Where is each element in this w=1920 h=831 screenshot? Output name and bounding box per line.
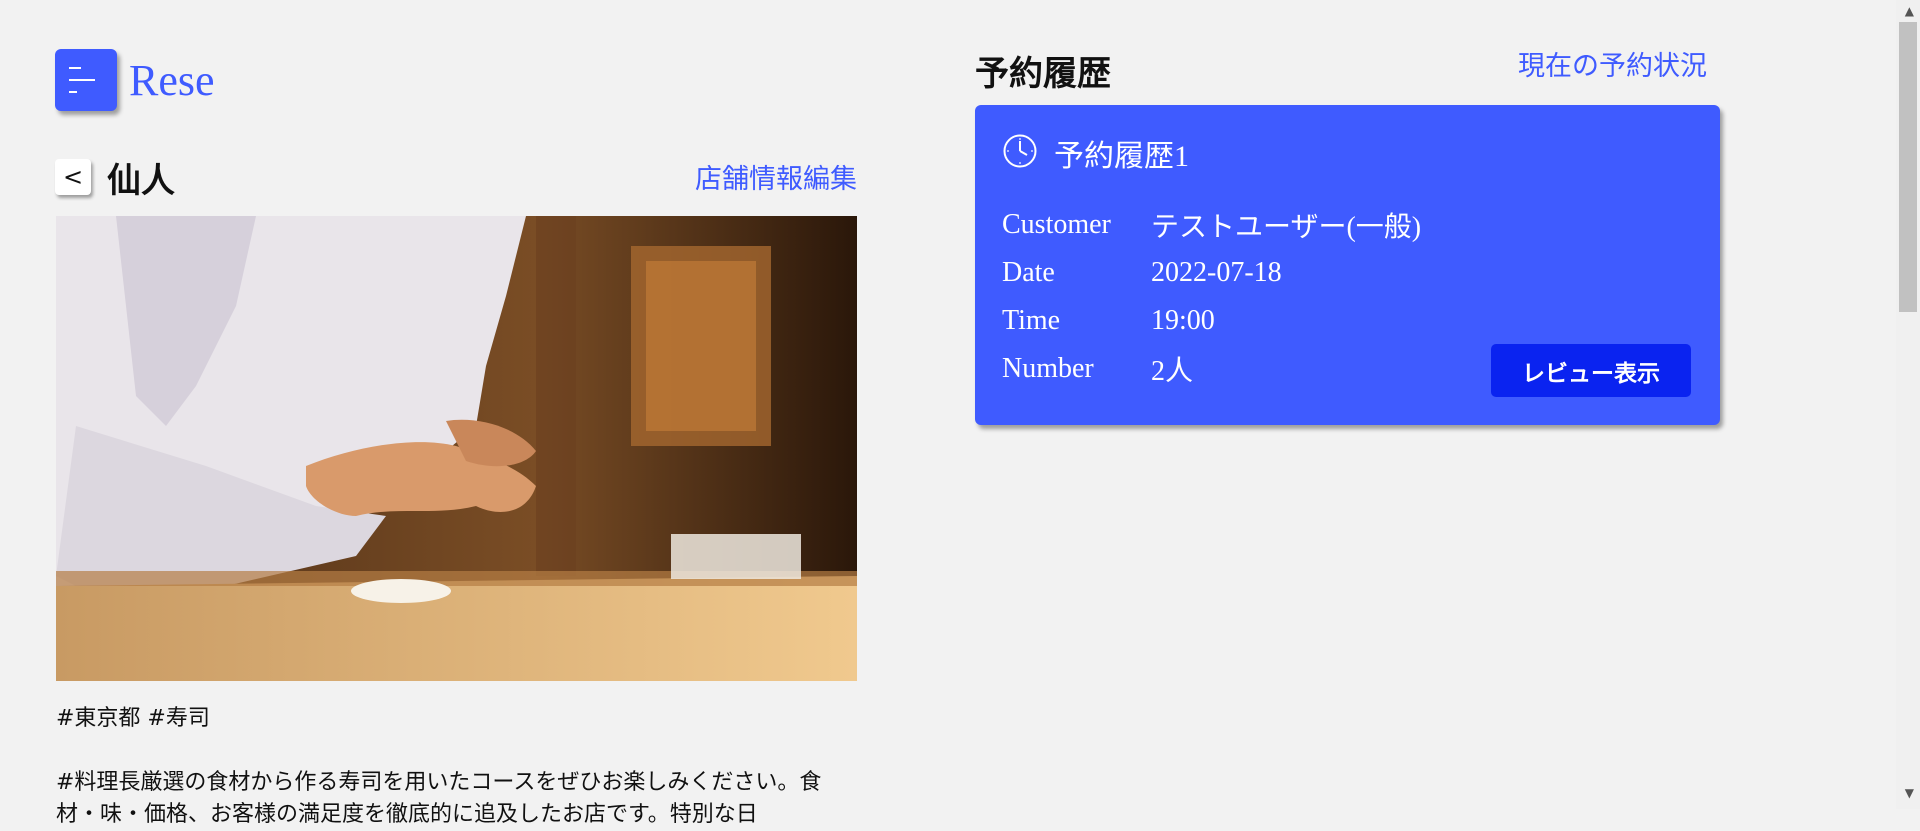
- detail-key: Date: [1002, 257, 1055, 288]
- shop-description: #料理長厳選の食材から作る寿司を用いたコースをぜひお楽しみください。食材・味・価…: [56, 770, 822, 827]
- detail-row-date: Date 2022-07-18: [1002, 249, 1421, 297]
- detail-key: Customer: [1002, 209, 1111, 240]
- detail-row-time: Time 19:00: [1002, 297, 1421, 345]
- detail-key: Number: [1002, 353, 1094, 384]
- scroll-up-icon[interactable]: ▲: [1905, 4, 1914, 18]
- detail-value: 2人: [1151, 356, 1194, 387]
- menu-button[interactable]: [55, 49, 117, 111]
- detail-row-customer: Customer テストユーザー(一般): [1002, 201, 1421, 249]
- detail-key: Time: [1002, 305, 1061, 336]
- shop-photo: [56, 216, 857, 681]
- shop-tags: #東京都 #寿司: [56, 706, 210, 731]
- card-title: 予約履歴1: [1054, 140, 1189, 173]
- scrollbar-thumb[interactable]: [1899, 22, 1917, 312]
- detail-value: テストユーザー(一般): [1151, 212, 1422, 243]
- card-header: 予約履歴1: [1002, 131, 1189, 175]
- edit-shop-link[interactable]: 店舗情報編集: [695, 157, 857, 196]
- detail-value: 2022-07-18: [1151, 257, 1282, 288]
- history-title: 予約履歴: [975, 54, 1111, 94]
- shop-name: 仙人: [107, 160, 175, 201]
- view-review-button[interactable]: レビュー表示: [1491, 344, 1691, 397]
- logo: Rese: [55, 49, 215, 111]
- current-reservations-link[interactable]: 現在の予約状況: [1518, 44, 1707, 83]
- brand-name: Rese: [129, 55, 215, 105]
- menu-icon-line: [69, 91, 77, 93]
- reservation-card: 予約履歴1 Customer テストユーザー(一般) Date 2022-07-…: [975, 105, 1720, 425]
- detail-row-number: Number 2人: [1002, 345, 1421, 393]
- scroll-down-icon[interactable]: ▼: [1905, 786, 1914, 800]
- shop-header: < 仙人 店舗情報編集: [55, 157, 857, 201]
- menu-icon-line: [69, 67, 81, 69]
- reservation-details: Customer テストユーザー(一般) Date 2022-07-18 Tim…: [1002, 201, 1421, 393]
- clock-icon: [1002, 133, 1038, 173]
- detail-value: 19:00: [1151, 305, 1215, 336]
- back-button[interactable]: <: [55, 159, 91, 195]
- menu-icon-line: [69, 79, 95, 81]
- scrollbar[interactable]: ▲ ▼: [1896, 0, 1920, 809]
